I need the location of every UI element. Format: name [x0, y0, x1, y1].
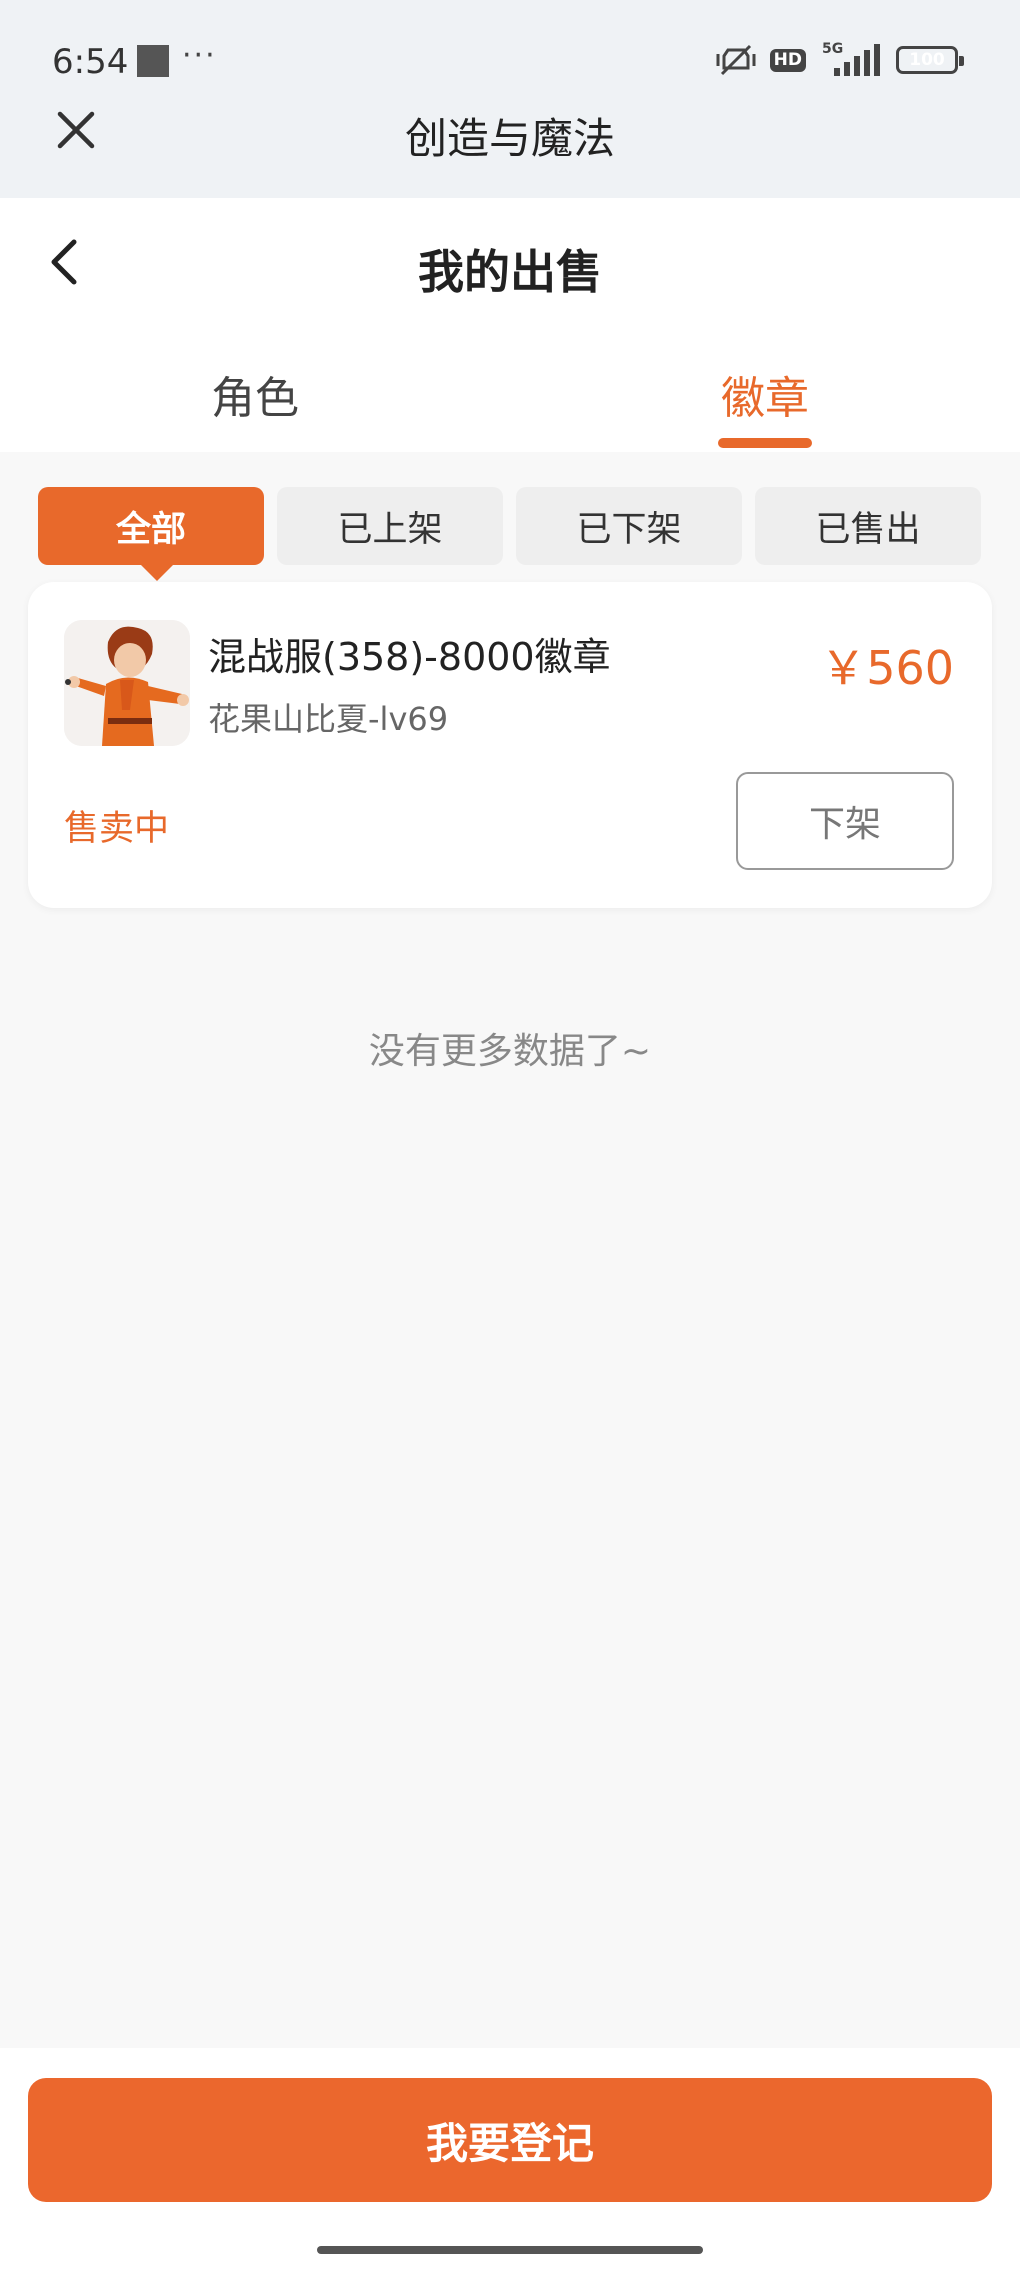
- status-icons: HD 5G 100: [716, 40, 964, 80]
- listing-status: 售卖中: [64, 809, 170, 849]
- hd-icon: HD: [769, 48, 806, 72]
- tab-badge[interactable]: 徽章: [615, 362, 915, 426]
- filter-sold[interactable]: 已售出: [755, 487, 981, 565]
- top-bar: 6:54 ··· HD 5G 100 创造与魔法: [0, 0, 1020, 198]
- listing-price: ￥560: [820, 641, 954, 695]
- signal-5g-icon: 5G: [822, 41, 880, 76]
- page-header: 我的出售 角色 徽章: [0, 198, 1020, 452]
- more-notifications-icon: ···: [182, 38, 217, 73]
- vibrate-off-icon: [716, 44, 756, 76]
- status-time: 6:54: [52, 42, 129, 82]
- status-bar: 6:54 ··· HD 5G 100: [0, 0, 1020, 120]
- battery-icon: 100: [896, 46, 964, 74]
- filter-all[interactable]: 全部: [38, 487, 264, 581]
- register-button[interactable]: 我要登记: [28, 2078, 992, 2202]
- tab-role[interactable]: 角色: [105, 362, 405, 426]
- filter-delisted[interactable]: 已下架: [516, 487, 742, 565]
- status-filter-bar: 全部 已上架 已下架 已售出: [38, 487, 982, 581]
- app-title: 创造与魔法: [404, 114, 615, 163]
- listing-card[interactable]: 混战服(358)-8000徽章 花果山比夏-lv69 ￥560 售卖中 下架: [28, 582, 992, 908]
- no-more-data-text: 没有更多数据了~: [368, 1031, 652, 1072]
- filter-listed[interactable]: 已上架: [277, 487, 503, 565]
- delist-button[interactable]: 下架: [736, 772, 954, 870]
- listing-name: 混战服(358)-8000徽章: [208, 635, 611, 679]
- svg-text:5G: 5G: [822, 41, 843, 57]
- character-avatar: [64, 620, 190, 746]
- notification-square-icon: [137, 45, 169, 77]
- bottom-bar: 我要登记: [0, 2048, 1020, 2270]
- listing-seller: 花果山比夏-lv69: [208, 700, 449, 738]
- page-title: 我的出售: [418, 245, 602, 299]
- home-indicator[interactable]: [317, 2246, 703, 2254]
- active-tab-indicator: [718, 438, 812, 448]
